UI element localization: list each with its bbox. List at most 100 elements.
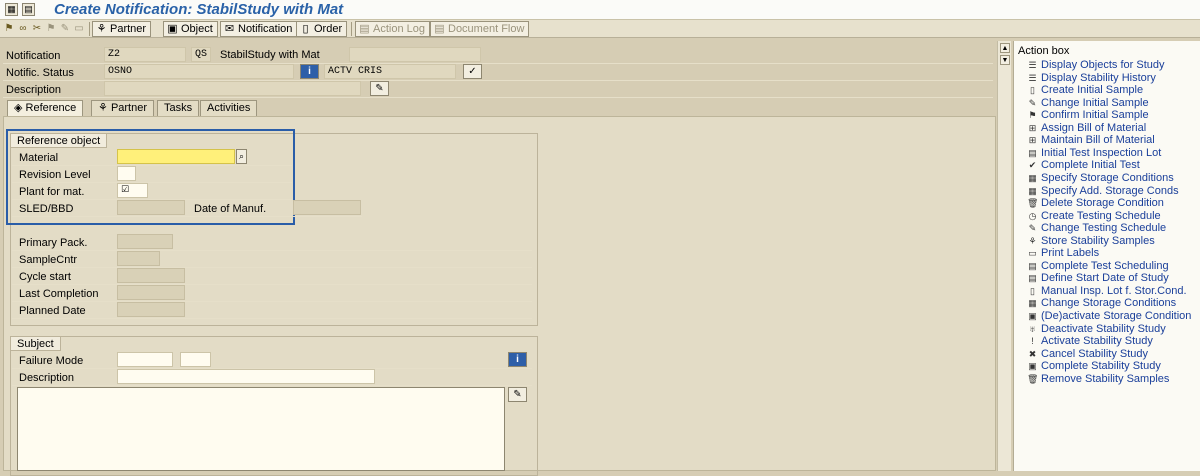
planned-date-field[interactable] — [117, 302, 185, 317]
printer-icon: ▭ — [1028, 248, 1037, 259]
qs-field[interactable]: QS — [191, 47, 211, 62]
action-item-complete-stability-study[interactable]: ▣ Complete Stability Study — [1027, 360, 1161, 372]
tab-partner[interactable]: ⚘ Partner — [91, 100, 155, 116]
action-item-create-initial-sample[interactable]: ▯ Create Initial Sample — [1027, 84, 1143, 96]
planned-date-label: Planned Date — [19, 305, 86, 317]
object-icon: ▣ — [167, 23, 178, 35]
subject-info-icon[interactable]: i — [508, 352, 527, 367]
tab-activities[interactable]: Activities — [200, 100, 258, 116]
description-field[interactable] — [104, 81, 361, 96]
action-item-print-labels[interactable]: ▭ Print Labels — [1027, 247, 1099, 259]
action-item-manual-insp-lot-f-stor-cond[interactable]: ▯ Manual Insp. Lot f. Stor.Cond. — [1027, 285, 1187, 297]
flag-disabled-icon: ⚑ — [46, 23, 56, 34]
failure-mode-group-input[interactable] — [117, 352, 173, 367]
vertical-scrollbar[interactable]: ▲ ▼ — [997, 41, 1011, 471]
window-title: Create Notification: StabilStudy with Ma… — [54, 1, 344, 18]
search-help-icon[interactable]: ⌕ — [236, 149, 247, 164]
failure-mode-row — [12, 352, 532, 369]
long-text-area[interactable] — [17, 387, 505, 471]
action-log-button[interactable]: ▤ Action Log — [355, 21, 430, 37]
action-item-label: Initial Test Inspection Lot — [1041, 146, 1162, 159]
action-item-label: Complete Stability Study — [1041, 360, 1161, 373]
tools-icon[interactable]: ✂ — [31, 22, 43, 35]
action-item-change-initial-sample[interactable]: ✎ Change Initial Sample — [1027, 97, 1149, 109]
document-flow-button[interactable]: ▤ Document Flow — [430, 21, 530, 37]
action-item-assign-bill-of-material[interactable]: ⊞ Assign Bill of Material — [1027, 122, 1146, 134]
revision-level-input[interactable] — [117, 166, 136, 181]
notification-number-field[interactable] — [349, 47, 481, 62]
plant-label: Plant for mat. — [19, 186, 85, 198]
title-bar: ▦ ▤ Create Notification: StabilStudy wit… — [0, 0, 1200, 20]
status-field[interactable]: OSNO — [104, 64, 294, 79]
action-item-maintain-bill-of-material[interactable]: ⊞ Maintain Bill of Material — [1027, 134, 1155, 146]
status-detail-icon[interactable]: ✓ — [463, 64, 482, 79]
action-item-complete-initial-test[interactable]: ✔ Complete Initial Test — [1027, 159, 1140, 171]
action-item-change-storage-conditions[interactable]: ▦ Change Storage Conditions — [1027, 297, 1176, 309]
long-text-edit-icon[interactable]: ✎ — [508, 387, 527, 402]
complete-icon: ✔ — [1028, 160, 1037, 171]
action-box-list: ☰ Display Objects for Study ☰ Display Stabi… — [1027, 59, 1199, 469]
edit-long-text-icon[interactable]: ✎ — [370, 81, 389, 96]
notification-type-field[interactable]: Z2 — [104, 47, 186, 62]
action-item-display-objects-for-study[interactable]: ☰ Display Objects for Study — [1027, 59, 1164, 71]
action-item-create-testing-schedule[interactable]: ◷ Create Testing Schedule — [1027, 210, 1161, 222]
action-item-de-activate-storage-condition[interactable]: ▣ (De)activate Storage Condition — [1027, 310, 1191, 322]
action-item-specify-add-storage-conds[interactable]: ▦ Specify Add. Storage Conds — [1027, 185, 1178, 197]
action-box-title: Action box — [1018, 45, 1070, 57]
sample-cntr-row — [12, 251, 532, 268]
action-item-specify-storage-conditions[interactable]: ▦ Specify Storage Conditions — [1027, 172, 1173, 184]
reference-icon: ◈ — [14, 102, 23, 114]
last-completion-label: Last Completion — [19, 288, 99, 300]
edit-disabled-icon: ✎ — [60, 23, 70, 34]
scroll-up-icon[interactable]: ▲ — [1000, 43, 1010, 53]
cycle-start-label: Cycle start — [19, 271, 71, 283]
action-item-remove-stability-samples[interactable]: 🗑 Remove Stability Samples — [1027, 373, 1169, 385]
notification-label: Notification — [6, 50, 61, 62]
action-item-complete-test-scheduling[interactable]: ▤ Complete Test Scheduling — [1027, 260, 1168, 272]
manuf-date-field[interactable] — [293, 200, 361, 215]
action-item-delete-storage-condition[interactable]: 🗑 Delete Storage Condition — [1027, 197, 1164, 209]
layout-icon[interactable]: ▤ — [22, 3, 35, 16]
description-label: Description — [6, 84, 62, 96]
bom-icon: ⊞ — [1028, 122, 1037, 133]
action-item-cancel-stability-study[interactable]: ✖ Cancel Stability Study — [1027, 348, 1148, 360]
action-item-store-stability-samples[interactable]: ⚘ Store Stability Samples — [1027, 234, 1155, 247]
action-item-confirm-initial-sample[interactable]: ⚑ Confirm Initial Sample — [1027, 109, 1148, 121]
primary-pack-field[interactable] — [117, 234, 173, 249]
tab-reference[interactable]: ◈ Reference — [7, 100, 84, 117]
scroll-down-icon[interactable]: ▼ — [1000, 55, 1010, 65]
sled-field[interactable] — [117, 200, 185, 215]
plant-input[interactable]: ☑ — [117, 183, 148, 198]
object-button[interactable]: ▣ Object — [163, 21, 218, 37]
last-completion-field[interactable] — [117, 285, 185, 300]
action-item-label: Print Labels — [1041, 247, 1100, 260]
notification-button[interactable]: ✉ Notification — [220, 21, 298, 37]
action-item-define-start-date-of-study[interactable]: ▤ Define Start Date of Study — [1027, 272, 1169, 284]
action-item-activate-stability-study[interactable]: ! Activate Stability Study — [1027, 335, 1153, 347]
toolbar-separator — [351, 22, 352, 36]
failure-mode-code-input[interactable] — [180, 352, 211, 367]
action-item-display-stability-history[interactable]: ☰ Display Stability History — [1027, 72, 1155, 84]
action-box: Action box ☰ Display Objects for Study ☰ Di… — [1013, 41, 1200, 471]
action-item-deactivate-stability-study[interactable]: ♅ Deactivate Stability Study — [1027, 323, 1166, 335]
subject-title: Subject — [11, 337, 61, 351]
info-icon[interactable]: i — [300, 64, 319, 79]
system-status-field[interactable]: ACTV CRIS — [324, 64, 456, 79]
action-item-change-testing-schedule[interactable]: ✎ Change Testing Schedule — [1027, 222, 1166, 234]
subject-description-input[interactable] — [117, 369, 375, 384]
partner-button[interactable]: ⚘ Partner — [92, 21, 152, 37]
sample-cntr-field[interactable] — [117, 251, 160, 266]
people-icon: ⚘ — [96, 23, 107, 35]
link-icon[interactable]: ∞ — [17, 22, 29, 35]
cycle-start-field[interactable] — [117, 268, 185, 283]
order-button[interactable]: ▯ Order — [296, 21, 348, 37]
action-item-label: Store Stability Samples — [1041, 234, 1155, 247]
material-input[interactable] — [117, 149, 235, 164]
calendar-icon: ▤ — [1028, 273, 1037, 284]
document-icon: ▯ — [302, 23, 309, 35]
menu-icon[interactable]: ▦ — [5, 3, 18, 16]
flag-icon[interactable]: ⚑ — [3, 22, 15, 35]
trash-icon: 🗑 — [1027, 198, 1039, 209]
action-item-initial-test-inspection-lot[interactable]: ▤ Initial Test Inspection Lot — [1027, 147, 1161, 159]
tab-tasks[interactable]: Tasks — [157, 100, 200, 116]
